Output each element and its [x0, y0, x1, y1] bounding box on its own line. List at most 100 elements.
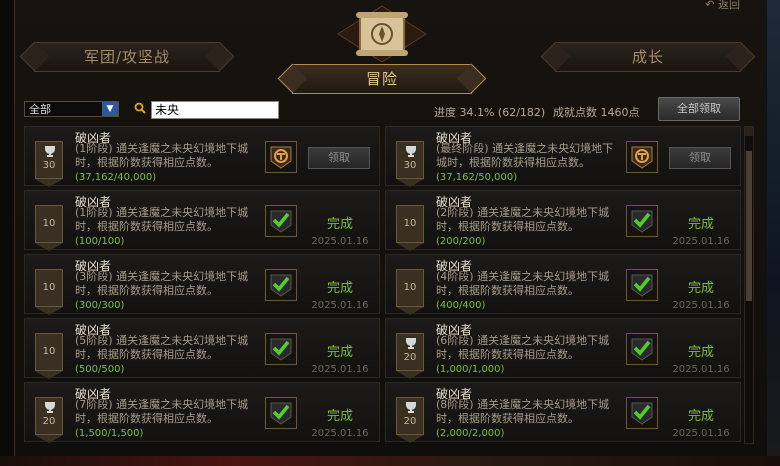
chevron-down-icon[interactable]: ▼ — [102, 102, 118, 116]
trophy-icon — [406, 402, 416, 413]
achievement-desc: (5阶段) 通关逢魔之未央幻境地下城时，根据阶数获得相应点数。 — [75, 334, 257, 362]
achievement-desc: (1阶段) 通关逢魔之未央幻境地下城时，根据阶数获得相应点数。 — [75, 206, 257, 234]
completed-check-icon — [626, 269, 658, 301]
points-badge-value: 10 — [42, 346, 56, 357]
achievement-stage: (4阶段) — [436, 270, 474, 283]
points-badge-value: 10 — [403, 218, 417, 229]
completed-label: 完成 — [687, 281, 714, 296]
achievement-card: 10 破凶者 (1阶段) 通关逢魔之未央幻境地下城时，根据阶数获得相应点数。 (100… — [24, 190, 380, 251]
completed-date: 2025.01.16 — [311, 364, 369, 375]
achievement-count: (1,000/1,000) — [436, 364, 505, 375]
points-badge-value: 20 — [42, 416, 56, 427]
completed-check-icon — [626, 333, 658, 365]
points-badge-value: 10 — [403, 282, 417, 293]
scrollbar[interactable] — [744, 126, 754, 444]
trophy-icon — [406, 338, 416, 349]
points-badge: 10 — [35, 333, 63, 379]
trophy-icon — [406, 146, 416, 157]
points-badge: 20 — [396, 397, 424, 443]
achievement-stage: (1阶段) — [75, 142, 113, 155]
points-badge-value: 30 — [42, 160, 56, 171]
completed-label: 完成 — [326, 409, 353, 424]
completed-check-icon — [265, 333, 297, 365]
achievement-desc: (8阶段) 通关逢魔之未央幻境地下城时，根据阶数获得相应点数。 — [436, 398, 618, 426]
back-button[interactable]: ↶ 返回 — [705, 0, 740, 12]
completed-label: 完成 — [326, 345, 353, 360]
search-input[interactable]: 未央 — [151, 101, 279, 119]
achievement-desc: (7阶段) 通关逢魔之未央幻境地下城时，根据阶数获得相应点数。 — [75, 398, 257, 426]
completed-date: 2025.01.16 — [311, 300, 369, 311]
points-badge: 30 — [35, 141, 63, 187]
trophy-icon — [45, 146, 55, 157]
category-select[interactable]: 全部 ▼ — [24, 101, 119, 117]
completed-date: 2025.01.16 — [672, 236, 730, 247]
achievement-card: 10 破凶者 (4阶段) 通关逢魔之未央幻境地下城时，根据阶数获得相应点数。 (400… — [385, 254, 741, 315]
progress-text: 进度 34.1% (62/182) — [434, 106, 546, 119]
achievement-stage: (6阶段) — [436, 334, 474, 347]
completed-check-icon — [265, 397, 297, 429]
tab-legion[interactable]: 军团/攻坚战 — [34, 42, 220, 72]
achievement-desc: (3阶段) 通关逢魔之未央幻境地下城时，根据阶数获得相应点数。 — [75, 270, 257, 298]
achievement-stage: (1阶段) — [75, 206, 113, 219]
search-input-value: 未央 — [155, 103, 180, 117]
completed-check-icon — [265, 205, 297, 237]
claim-all-button[interactable]: 全部领取 — [658, 97, 740, 121]
achievement-desc: (6阶段) 通关逢魔之未央幻境地下城时，根据阶数获得相应点数。 — [436, 334, 618, 362]
claim-button[interactable]: 领取 — [308, 147, 370, 169]
side-strip — [767, 0, 780, 466]
tab-legion-label: 军团/攻坚战 — [83, 48, 171, 66]
completed-check-icon — [626, 205, 658, 237]
points-badge-value: 10 — [42, 218, 56, 229]
achievement-count: (300/300) — [75, 300, 125, 311]
completed-check-icon — [265, 269, 297, 301]
completed-label: 完成 — [326, 281, 353, 296]
achievement-stage: (8阶段) — [436, 398, 474, 411]
achievement-card: 20 破凶者 (7阶段) 通关逢魔之未央幻境地下城时，根据阶数获得相应点数。 (1,5… — [24, 382, 380, 443]
trophy-icon — [45, 402, 55, 413]
achievement-count: (400/400) — [436, 300, 486, 311]
tab-growth[interactable]: 成长 — [555, 42, 741, 72]
points-badge: 10 — [396, 205, 424, 251]
category-select-value: 全部 — [29, 103, 51, 116]
completed-check-icon — [626, 397, 658, 429]
achievement-card: 30 破凶者 (1阶段) 通关逢魔之未央幻境地下城时，根据阶数获得相应点数。 (37,… — [24, 126, 380, 187]
achievement-count: (1,500/1,500) — [75, 428, 144, 439]
scroll-compass-emblem-icon — [337, 5, 427, 62]
points-badge-value: 30 — [403, 160, 417, 171]
achievement-stage: (3阶段) — [75, 270, 113, 283]
achievement-stage: (7阶段) — [75, 398, 113, 411]
completed-label: 完成 — [326, 217, 353, 232]
points-badge: 10 — [35, 205, 63, 251]
completed-date: 2025.01.16 — [672, 428, 730, 439]
scroll-up-icon[interactable] — [745, 127, 753, 136]
bottom-decor — [0, 456, 780, 466]
achievement-count: (200/200) — [436, 236, 486, 247]
claim-button[interactable]: 领取 — [669, 147, 731, 169]
tab-adventure[interactable]: 冒险 — [292, 64, 472, 94]
points-badge: 30 — [396, 141, 424, 187]
back-label: 返回 — [718, 0, 740, 11]
search-icon — [134, 102, 146, 114]
achievement-stage: (最终阶段) — [436, 142, 489, 155]
achievement-card: 30 破凶者 (最终阶段) 通关逢魔之未央幻境地下城时，根据阶数获得相应点数。 (37… — [385, 126, 741, 187]
achievement-stage: (2阶段) — [436, 206, 474, 219]
points-badge: 20 — [396, 333, 424, 379]
achievement-desc: (2阶段) 通关逢魔之未央幻境地下城时，根据阶数获得相应点数。 — [436, 206, 618, 234]
points-badge: 10 — [396, 269, 424, 315]
tab-growth-label: 成长 — [631, 48, 664, 66]
scrollbar-thumb[interactable] — [746, 151, 752, 301]
completed-date: 2025.01.16 — [672, 300, 730, 311]
reward-emblem-icon — [265, 141, 297, 173]
completed-date: 2025.01.16 — [311, 428, 369, 439]
completed-date: 2025.01.16 — [672, 364, 730, 375]
achievement-card: 10 破凶者 (3阶段) 通关逢魔之未央幻境地下城时，根据阶数获得相应点数。 (300… — [24, 254, 380, 315]
completed-label: 完成 — [687, 409, 714, 424]
achievement-count: (2,000/2,000) — [436, 428, 505, 439]
points-badge: 20 — [35, 397, 63, 443]
achievement-count: (37,162/40,000) — [75, 172, 157, 183]
achievement-points-text: 成就点数 1460点 — [553, 106, 640, 119]
completed-label: 完成 — [687, 345, 714, 360]
points-badge-value: 10 — [42, 282, 56, 293]
achievement-desc: (最终阶段) 通关逢魔之未央幻境地下城时，根据阶数获得相应点数。 — [436, 142, 618, 170]
achievement-count: (37,162/50,000) — [436, 172, 518, 183]
